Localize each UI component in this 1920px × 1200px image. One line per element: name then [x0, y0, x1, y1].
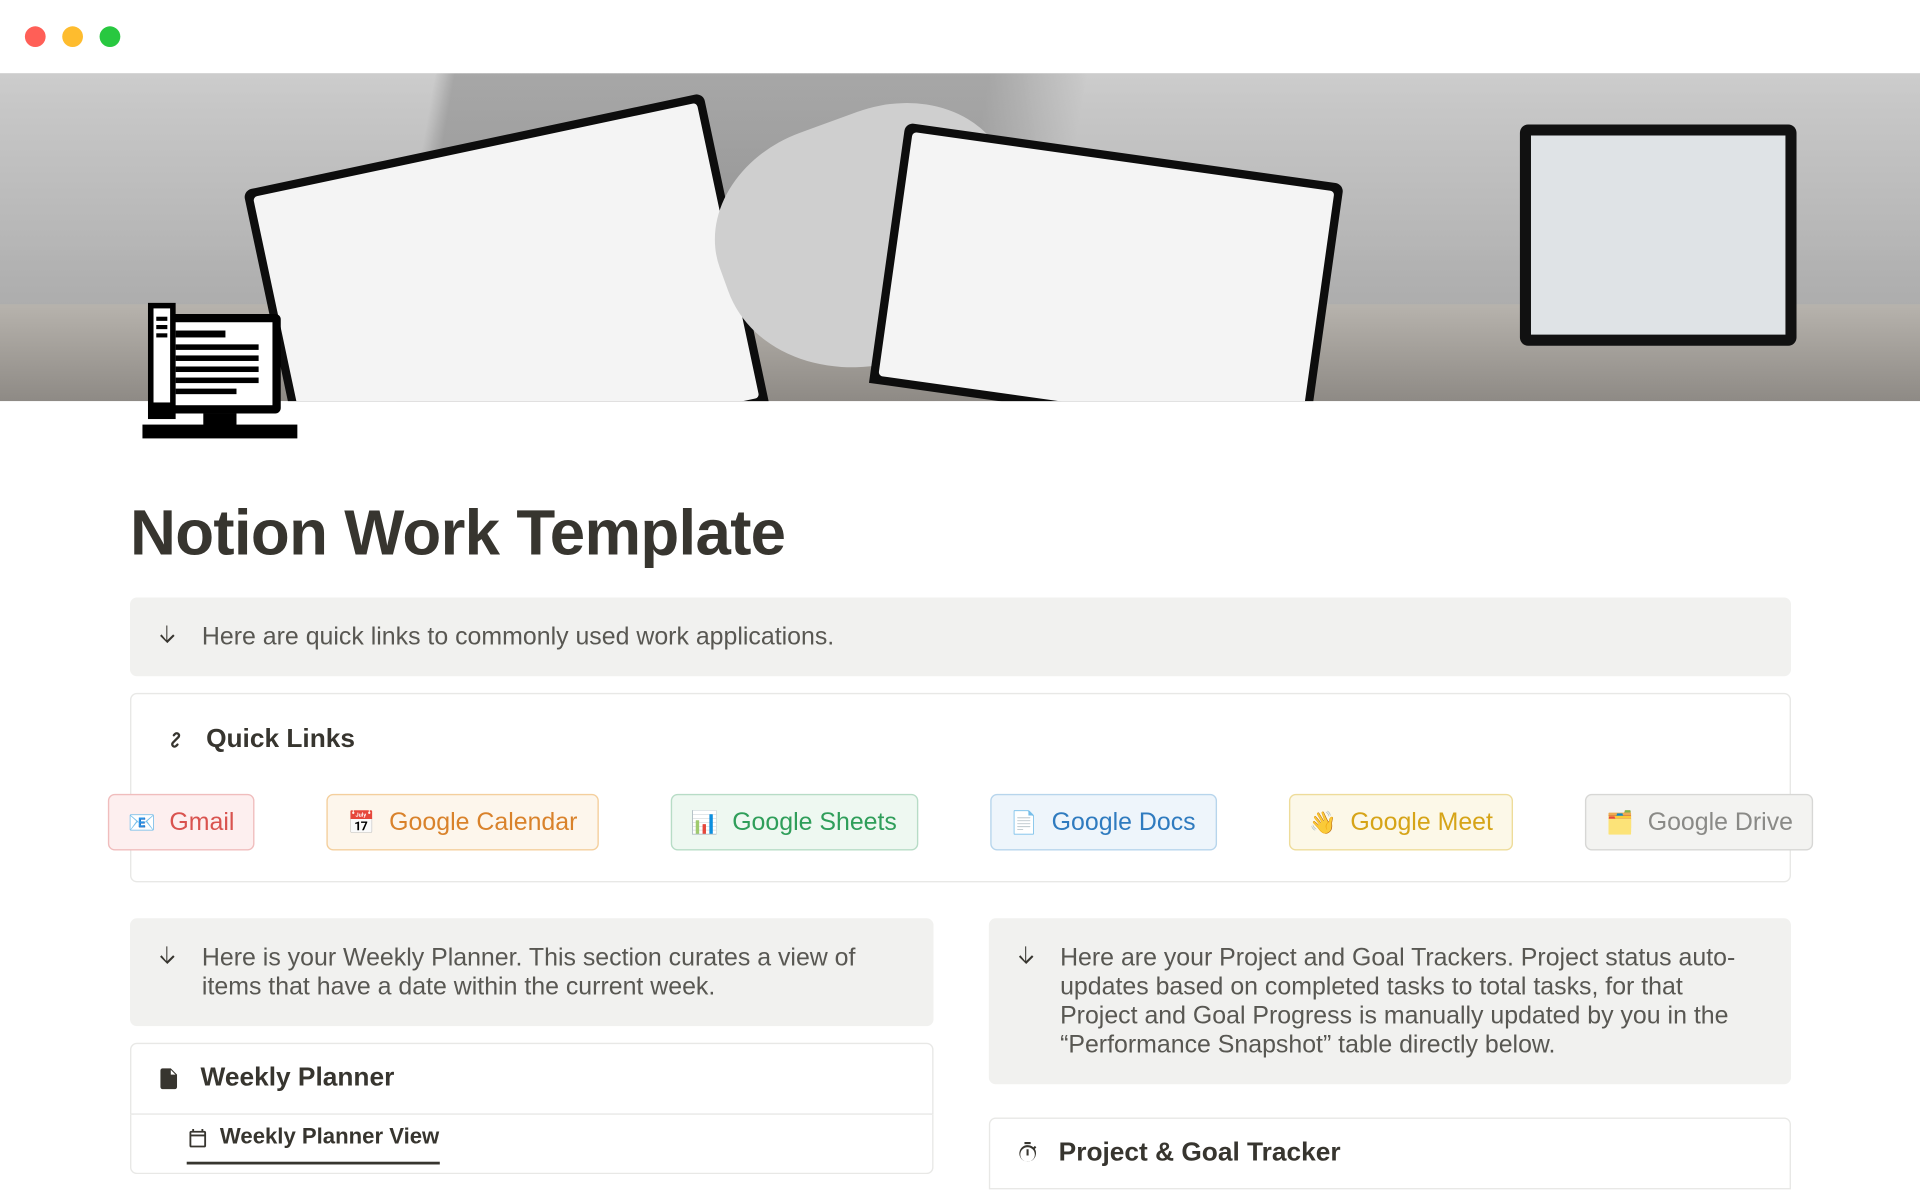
quicklink-google-calendar[interactable]: 📅Google Calendar [327, 794, 598, 851]
page-icon [156, 1066, 181, 1091]
weekly-planner-column: Here is your Weekly Planner. This sectio… [130, 918, 933, 1189]
callout-tracker: Here are your Project and Goal Trackers.… [988, 918, 1791, 1084]
quick-links-panel: Quick Links 📧Gmail 📅Google Calendar 📊Goo… [130, 693, 1791, 882]
quicklink-google-drive[interactable]: 🗂️Google Drive [1586, 794, 1814, 851]
arrow-down-icon [155, 622, 180, 647]
drive-icon: 🗂️ [1606, 808, 1634, 836]
sheets-icon: 📊 [691, 808, 719, 836]
mail-icon: 📧 [128, 808, 156, 836]
view-tab-label: Weekly Planner View [220, 1126, 439, 1151]
zoom-window-button[interactable] [100, 26, 121, 47]
tracker-heading[interactable]: Project & Goal Tracker [988, 1117, 1791, 1189]
quicklink-google-sheets[interactable]: 📊Google Sheets [670, 794, 918, 851]
docs-icon: 📄 [1010, 808, 1038, 836]
arrow-down-icon [1013, 943, 1038, 968]
traffic-lights [25, 26, 120, 47]
callout-weekly: Here is your Weekly Planner. This sectio… [130, 918, 933, 1026]
quick-links-title: Quick Links [206, 725, 355, 755]
callout-quicklinks: Here are quick links to commonly used wo… [130, 597, 1791, 676]
weekly-planner-body: Weekly Planner View [130, 1115, 933, 1174]
weekly-planner-view-tab[interactable]: Weekly Planner View [187, 1126, 440, 1165]
callout-text: Here are your Project and Goal Trackers.… [1060, 943, 1766, 1059]
tracker-column: Here are your Project and Goal Trackers.… [988, 918, 1791, 1189]
callout-text: Here are quick links to commonly used wo… [202, 622, 834, 651]
calendar-icon: 📅 [348, 808, 376, 836]
minimize-window-button[interactable] [62, 26, 83, 47]
quicklink-gmail[interactable]: 📧Gmail [107, 794, 255, 851]
arrow-down-icon [155, 943, 180, 968]
link-icon [162, 726, 190, 754]
page-content: Notion Work Template Here are quick link… [0, 401, 1920, 1189]
weekly-planner-heading[interactable]: Weekly Planner [130, 1043, 933, 1115]
callout-text: Here is your Weekly Planner. This sectio… [202, 943, 908, 1001]
quick-links-row: 📧Gmail 📅Google Calendar 📊Google Sheets 📄… [162, 794, 1759, 851]
quicklink-google-docs[interactable]: 📄Google Docs [990, 794, 1217, 851]
weekly-planner-title: Weekly Planner [201, 1064, 395, 1094]
window-titlebar [0, 0, 1920, 73]
wave-icon: 👋 [1309, 808, 1337, 836]
quicklink-google-meet[interactable]: 👋Google Meet [1288, 794, 1513, 851]
page-icon[interactable] [131, 297, 308, 474]
page-title: Notion Work Template [130, 495, 1791, 570]
calendar-icon [187, 1127, 209, 1149]
close-window-button[interactable] [25, 26, 46, 47]
stopwatch-icon [1014, 1141, 1039, 1166]
tracker-title: Project & Goal Tracker [1059, 1138, 1341, 1168]
quick-links-heading: Quick Links [162, 725, 1759, 755]
